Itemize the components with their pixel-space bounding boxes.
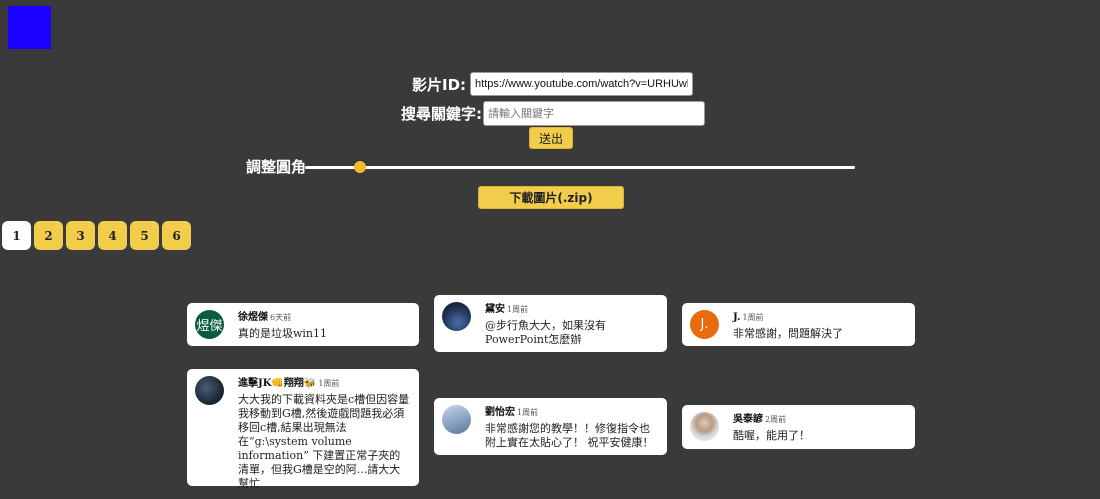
comment-body: 劉怡宏 1周前 非常感謝您的教學！！修復指令也附上實在太貼心了！ 祝平安健康！ [485, 405, 659, 450]
video-id-row: 影片ID: [412, 72, 694, 96]
comment-card: 進擊JK👊翔翔🐝 1周前 大大我的下載資料夾是c槽但因容量我移動到G槽,然後遊戲問… [187, 369, 419, 490]
comment-text: 酷喔，能用了！ [733, 429, 810, 442]
corner-radius-slider[interactable] [305, 166, 855, 169]
comment-author: J. [733, 312, 741, 323]
corner-radius-label: 調整圓角 [246, 158, 307, 176]
comment-time: 1周前 [742, 313, 764, 322]
video-id-label: 影片ID: [412, 75, 467, 94]
keyword-label: 搜尋關鍵字: [401, 105, 482, 123]
comment-body: 進擊JK👊翔翔🐝 1周前 大大我的下載資料夾是c槽但因容量我移動到G槽,然後遊戲問… [238, 376, 411, 491]
comment-author: 黛安 [485, 304, 505, 315]
submit-button[interactable]: 送出 [529, 127, 573, 149]
pagination: 1 2 3 4 5 6 [2, 221, 191, 250]
keyword-row: 搜尋關鍵字: [401, 101, 705, 126]
page-button-3[interactable]: 3 [66, 221, 95, 250]
comment-card: 劉怡宏 1周前 非常感謝您的教學！！修復指令也附上實在太貼心了！ 祝平安健康！ [434, 398, 667, 455]
avatar-text: J. [700, 317, 709, 332]
avatar [442, 405, 471, 434]
comment-body: 吳泰諺 2周前 酷喔，能用了！ [733, 412, 810, 443]
comment-card: 煜傑 徐煜傑 6天前 真的是垃圾win11 [187, 303, 419, 346]
comment-text: 非常感謝您的教學！！修復指令也附上實在太貼心了！ 祝平安健康！ [485, 422, 654, 449]
slider-thumb[interactable] [354, 161, 366, 173]
comment-author: 劉怡宏 [485, 407, 515, 418]
avatar: J. [690, 310, 719, 339]
comment-author: 徐煜傑 [238, 312, 268, 323]
avatar [442, 302, 471, 331]
page-button-6[interactable]: 6 [162, 221, 191, 250]
comment-author: 進擊JK👊翔翔🐝 [238, 378, 317, 389]
comment-time: 1周前 [507, 305, 529, 314]
avatar-text: 煜傑 [196, 319, 223, 334]
comment-card: J. J. 1周前 非常感謝，問題解決了 [682, 303, 915, 346]
comment-time: 6天前 [270, 313, 292, 322]
page-button-4[interactable]: 4 [98, 221, 127, 250]
comment-text: 大大我的下載資料夾是c槽但因容量我移動到G槽,然後遊戲問題我必須移回c槽,結果出… [238, 393, 410, 490]
comment-time: 1周前 [318, 379, 340, 388]
comment-card: 吳泰諺 2周前 酷喔，能用了！ [682, 405, 915, 449]
comment-text: 真的是垃圾win11 [238, 327, 328, 340]
comment-card: 黛安 1周前 @步行魚大大，如果沒有PowerPoint怎麼辦 [434, 295, 667, 352]
comment-body: 徐煜傑 6天前 真的是垃圾win11 [238, 310, 327, 341]
logo-square [8, 6, 51, 49]
avatar [195, 376, 224, 405]
comment-time: 2周前 [765, 415, 787, 424]
page-button-2[interactable]: 2 [34, 221, 63, 250]
avatar [690, 412, 719, 441]
comment-author: 吳泰諺 [733, 414, 763, 425]
comment-body: J. 1周前 非常感謝，問題解決了 [733, 310, 843, 341]
comment-body: 黛安 1周前 @步行魚大大，如果沒有PowerPoint怎麼辦 [485, 302, 659, 347]
page-button-1[interactable]: 1 [2, 221, 31, 250]
download-zip-button[interactable]: 下載圖片(.zip) [478, 186, 624, 209]
keyword-input[interactable] [483, 101, 705, 126]
video-id-input[interactable] [470, 72, 694, 96]
avatar: 煜傑 [195, 310, 224, 339]
comment-text: 非常感謝，問題解決了 [733, 327, 843, 340]
page-button-5[interactable]: 5 [130, 221, 159, 250]
comment-time: 1周前 [517, 408, 539, 417]
comment-text: @步行魚大大，如果沒有PowerPoint怎麼辦 [485, 319, 606, 346]
